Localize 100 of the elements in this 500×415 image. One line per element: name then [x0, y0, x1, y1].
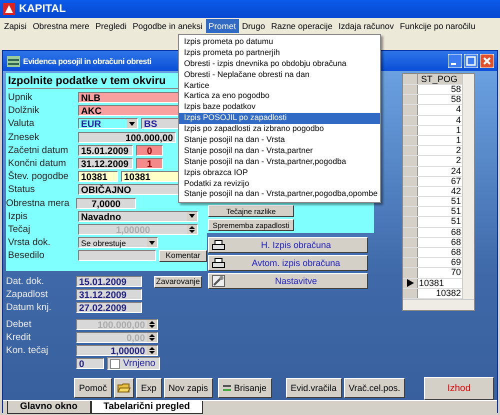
menu-item[interactable]: Izpis prometa po partnerjih	[179, 48, 380, 59]
table-cell[interactable]: 1	[418, 126, 463, 135]
print-button[interactable]: Nastavitve	[208, 273, 368, 289]
date-field[interactable]: 27.02.2009	[76, 302, 142, 314]
table-cell[interactable]: 51	[418, 197, 463, 206]
komentar-button[interactable]: Komentar	[159, 250, 207, 262]
minimize-button[interactable]	[448, 54, 462, 68]
table-cell[interactable]: 51	[418, 207, 463, 216]
field-label: Besedilo	[8, 250, 46, 262]
tab[interactable]: Tabelarični pregled	[90, 401, 203, 414]
date-field[interactable]: 31.12.2009	[78, 158, 133, 170]
spinner-arrows-icon	[147, 320, 157, 329]
menu-item[interactable]: Stanje posojil na dan - Vrsta,partner,pogodba	[179, 156, 380, 168]
dropdown-field[interactable]: Navadno	[78, 210, 198, 222]
dropdown-arrow-icon	[187, 212, 197, 221]
menu-item[interactable]: Razne operacije	[268, 19, 336, 33]
field-label: Zapadlost	[6, 289, 49, 300]
toolbar-button[interactable]: Evid.vračila	[286, 378, 342, 398]
menu-item[interactable]: Funkcije po naročilu	[396, 19, 478, 33]
vertical-scrollbar[interactable]	[462, 74, 474, 300]
field-label: Vrsta dok.	[8, 237, 52, 248]
dropdown-field[interactable]: EUR	[78, 118, 138, 130]
date-field[interactable]: 31.12.2009	[76, 289, 142, 300]
table-cell[interactable]: 68	[418, 238, 463, 247]
toolbar-button[interactable]: Exp	[136, 378, 162, 398]
menu-item[interactable]: Stanje posojil na dan - Vrsta	[179, 135, 380, 146]
printer-icon	[212, 240, 225, 250]
table-cell[interactable]: 58	[418, 95, 463, 104]
checkbox[interactable]	[110, 358, 120, 369]
field-label: Dat. dok.	[6, 276, 46, 288]
table-cell[interactable]: 10381	[418, 278, 463, 288]
menu-item[interactable]: Stanje posojil na dan - Vrsta,partner	[179, 146, 380, 157]
input-field[interactable]: 1	[136, 158, 163, 170]
table-cell[interactable]: 2	[418, 156, 463, 166]
spinner-arrows-icon	[147, 332, 157, 342]
table-cell[interactable]: 1	[418, 136, 463, 146]
maximize-button[interactable]	[464, 54, 478, 68]
toolbar-button[interactable]: Nov zapis	[164, 378, 214, 398]
table-cell[interactable]: 24	[418, 166, 463, 176]
menu-item[interactable]: Obresti - izpis dnevnika po obdobju obračuna	[179, 58, 380, 70]
delete-button[interactable]: Brisanje	[218, 378, 272, 398]
toolbar-button[interactable]: Pomoč	[74, 378, 112, 398]
input-field[interactable]: 100.000,00	[78, 132, 176, 143]
menu-item[interactable]: Promet	[206, 19, 239, 33]
menu-item[interactable]: Izpis POSOJIL po zapadlosti	[179, 113, 380, 124]
table-cell[interactable]: 70	[418, 268, 463, 278]
input-field[interactable]	[78, 250, 156, 262]
field-label: Status	[8, 184, 36, 196]
tools-icon	[212, 275, 225, 287]
menu-item[interactable]: Zapisi	[1, 19, 30, 33]
dropdown-field[interactable]: Se obrestuje	[78, 237, 158, 248]
horizontal-scrollbar[interactable]	[403, 299, 474, 310]
field-label: Valuta	[8, 118, 36, 130]
input-field[interactable]: 7,0000	[76, 198, 136, 209]
tab[interactable]: Glavno okno	[7, 401, 91, 414]
menu-item[interactable]: Drugo	[238, 19, 268, 33]
menu-item[interactable]: Obresti - Neplačane obresti na dan	[179, 70, 380, 81]
open-folder-button[interactable]	[114, 378, 134, 398]
print-button[interactable]: Avtom. izpis obračuna	[208, 255, 368, 271]
field-label: Debet	[6, 318, 32, 330]
checkbox-label: Vrnjeno	[123, 358, 156, 370]
dropdown-arrow-icon	[127, 119, 137, 128]
field-label: Znesek	[8, 132, 40, 143]
table-cell[interactable]: 10382	[418, 288, 463, 298]
menu-item[interactable]: Pogodbe in aneksi	[130, 19, 206, 33]
table-cell[interactable]: 69	[418, 258, 463, 268]
table-cell[interactable]: 68	[418, 228, 463, 237]
spinner-arrows-icon	[147, 346, 157, 356]
table-cell[interactable]: 4	[418, 105, 463, 115]
table-cell[interactable]: 4	[418, 116, 463, 125]
table-cell[interactable]: 58	[418, 85, 463, 94]
close-button[interactable]	[480, 54, 494, 68]
menu-item[interactable]: Kartice	[179, 80, 380, 92]
spin-field[interactable]: 1,00000	[76, 345, 158, 356]
table-cell[interactable]: 68	[418, 248, 463, 258]
table-cell[interactable]: 67	[418, 176, 463, 186]
field-label: Začetni datum	[8, 144, 70, 156]
field-label: Kredit	[6, 332, 32, 343]
folder-icon	[117, 382, 132, 394]
table-cell[interactable]: 42	[418, 186, 463, 196]
input-field[interactable]: 0	[136, 144, 163, 156]
app-logo-icon	[3, 3, 15, 15]
field-label: Štev. pogodbe	[8, 171, 70, 182]
input-field[interactable]: 0	[76, 358, 104, 370]
field-label: Tečaj	[8, 224, 32, 235]
spinner-arrows-icon	[187, 224, 197, 234]
menu-item[interactable]: Izdaja računov	[336, 19, 397, 33]
date-field[interactable]: 15.01.2009	[78, 144, 133, 156]
print-button[interactable]: H. Izpis obračuna	[208, 237, 368, 253]
menu-item[interactable]: Obrestna mere	[30, 19, 92, 33]
delete-icon	[223, 385, 232, 391]
window-title: Evidenca posojil in obračuni obresti	[23, 56, 152, 66]
zavarovanje-button[interactable]: Zavarovanje	[154, 276, 202, 288]
toolbar-button[interactable]: Vrač.cel.pos.	[344, 378, 406, 398]
table-cell[interactable]: 51	[418, 217, 463, 227]
field-label: Upnik	[8, 92, 34, 104]
menu-item[interactable]: Pregledi	[92, 19, 130, 33]
input-field[interactable]: 10381	[78, 171, 118, 182]
table-cell[interactable]: 2	[418, 146, 463, 156]
date-field[interactable]: 15.01.2009	[76, 276, 142, 288]
